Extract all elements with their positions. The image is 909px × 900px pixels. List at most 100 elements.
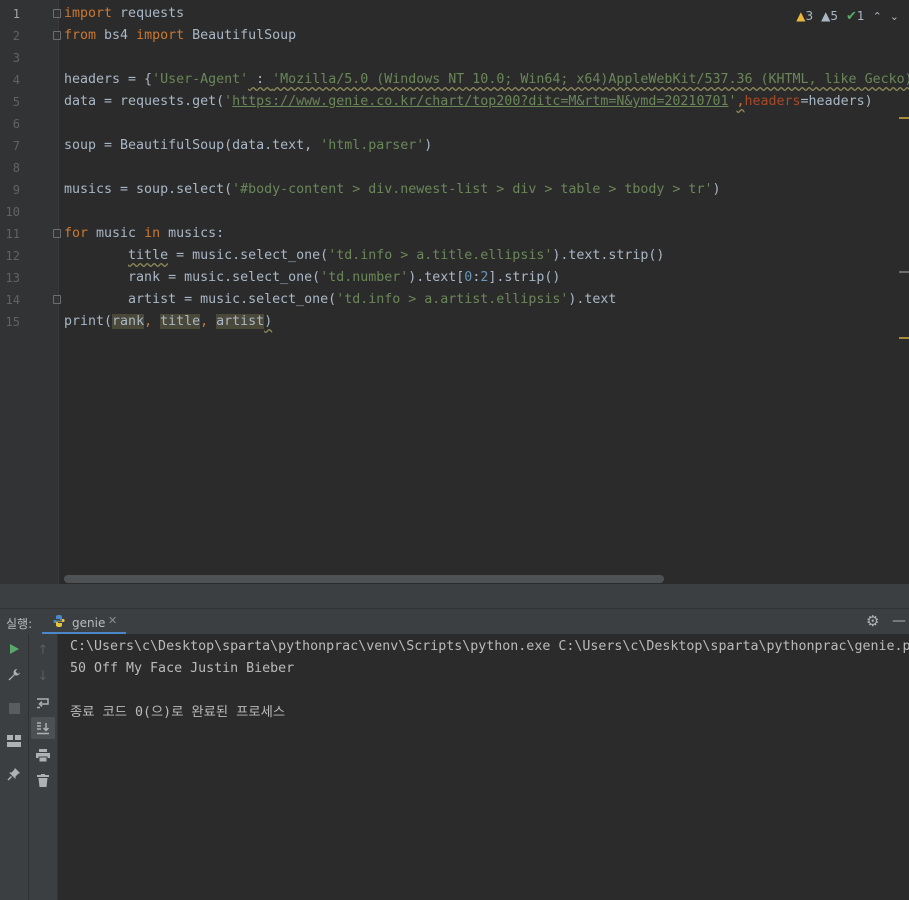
code-text: rank = music.select_one( (128, 270, 321, 285)
highlighted-arg: artist (216, 314, 265, 329)
code-text: ) (712, 182, 721, 197)
error-stripe-mark[interactable] (899, 337, 909, 339)
layout-icon (7, 735, 21, 747)
code-text: headers = { (64, 72, 153, 87)
code-text: artist = music.select_one( (128, 292, 337, 307)
fold-marker-icon[interactable] (53, 295, 61, 304)
code-text: ) (424, 138, 433, 153)
fold-marker-icon[interactable] (53, 31, 61, 40)
line-number: 2 (12, 29, 20, 43)
weak-warning-count: 5 (830, 9, 839, 23)
error-stripe-mark[interactable] (899, 117, 909, 119)
scroll-to-end-button[interactable] (31, 717, 55, 739)
warning-count: 3 (805, 9, 814, 23)
code-text: requests (112, 6, 185, 21)
play-icon (10, 644, 19, 654)
url-link[interactable]: https://www.genie.co.kr/chart/top200?dit… (232, 94, 728, 109)
stop-button[interactable] (4, 698, 24, 718)
string-literal: 'td.number' (320, 270, 409, 285)
fold-marker-icon[interactable] (53, 229, 61, 238)
line-number: 7 (12, 139, 20, 153)
code-text: ).text (568, 292, 617, 307)
horizontal-scrollbar[interactable] (64, 575, 664, 583)
chevron-up-icon[interactable]: ⌃ (873, 10, 882, 23)
code-line-7[interactable]: soup = BeautifulSoup(data.text, 'html.pa… (64, 135, 432, 157)
weak-warning-counter[interactable]: ▲5 (821, 9, 838, 23)
typo-count: 1 (856, 8, 865, 23)
string-literal: 'td.info > a.title.ellipsis' (328, 248, 553, 263)
code-line-4[interactable]: headers = {'User-Agent' : 'Mozilla/5.0 (… (64, 69, 909, 91)
print-button[interactable] (33, 745, 53, 765)
tab-genie[interactable]: genie ✕ (42, 609, 126, 635)
string-literal: ' (224, 94, 233, 109)
soft-wrap-button[interactable] (33, 693, 53, 713)
arrow-down-icon[interactable]: ↓ (33, 666, 53, 686)
code-line-2[interactable]: from bs4 import BeautifulSoup (64, 25, 296, 47)
code-editor[interactable]: 1 2 3 4 5 6 7 8 9 10 11 12 13 14 15 impo… (0, 0, 909, 584)
code-line-14[interactable]: artist = music.select_one('td.info > a.a… (64, 289, 616, 311)
close-icon[interactable]: ✕ (108, 614, 117, 627)
code-line-5[interactable]: data = requests.get('https://www.genie.c… (64, 91, 873, 113)
keyword: in (144, 226, 161, 241)
inspection-widget[interactable]: ▲3 ▲5 ✔1 ⌃ ⌄ (796, 6, 899, 26)
code-text: , (144, 314, 161, 329)
console-line: 50 Off My Face Justin Bieber (70, 661, 295, 676)
error-stripe-mark[interactable] (899, 271, 909, 273)
arrow-up-icon[interactable]: ↑ (33, 640, 53, 660)
line-number: 4 (12, 73, 20, 87)
restore-layout-button[interactable] (4, 731, 24, 751)
scroll-to-end-icon (37, 721, 50, 734)
code-text: = music.select_one( (168, 248, 329, 263)
code-line-12[interactable]: title = music.select_one('td.info > a.ti… (64, 245, 664, 267)
code-text: soup = BeautifulSoup(data.text, (64, 138, 321, 153)
pin-icon (7, 768, 20, 781)
edit-configuration-button[interactable] (4, 665, 24, 685)
code-line-11[interactable]: for music in musics: (64, 223, 224, 245)
warning-counter[interactable]: ▲3 (796, 9, 813, 23)
code-text: =headers) (800, 94, 873, 109)
rerun-button[interactable] (4, 639, 24, 659)
warning-icon: ▲ (796, 9, 806, 23)
run-tool-window: ↑ ↓ C:\Users\c\Desktop\sparta\pythonprac… (0, 634, 909, 900)
line-number: 12 (5, 249, 20, 263)
pin-tab-button[interactable] (4, 764, 24, 784)
code-text: , (200, 314, 217, 329)
trash-icon (37, 773, 49, 787)
fold-marker-icon[interactable] (53, 9, 61, 18)
clear-all-button[interactable] (33, 770, 53, 790)
keyword: from (64, 28, 97, 43)
minimize-icon[interactable]: — (892, 613, 906, 629)
line-number: 6 (12, 117, 20, 131)
code-line-15[interactable]: print(rank, title, artist) (64, 311, 272, 333)
line-number: 11 (5, 227, 20, 241)
soft-wrap-icon (37, 698, 49, 709)
check-icon: ✔ (846, 8, 857, 24)
code-text: : (248, 72, 273, 87)
highlighted-arg: rank (112, 314, 145, 329)
gutter-divider (58, 0, 59, 584)
code-line-9[interactable]: musics = soup.select('#body-content > di… (64, 179, 720, 201)
line-number: 9 (12, 183, 20, 197)
weak-warning-icon: ▲ (821, 9, 831, 23)
python-icon (53, 615, 65, 627)
typo-counter[interactable]: ✔1 (846, 9, 865, 24)
keyword: import (64, 6, 113, 21)
wrench-icon (8, 669, 20, 681)
gear-icon[interactable]: ⚙ (866, 612, 879, 630)
code-text: musics = soup.select( (64, 182, 233, 197)
run-tool-window-header: 실행: genie ✕ ⚙ — (0, 608, 909, 635)
line-number: 1 (12, 7, 20, 21)
chevron-down-icon[interactable]: ⌄ (890, 10, 899, 23)
panel-separator[interactable] (0, 584, 909, 608)
code-line-13[interactable]: rank = music.select_one('td.number').tex… (64, 267, 560, 289)
string-literal: 'td.info > a.artist.ellipsis' (336, 292, 569, 307)
code-text: musics: (160, 226, 225, 241)
run-toolbar-secondary: ↑ ↓ (29, 634, 58, 900)
console-output[interactable]: C:\Users\c\Desktop\sparta\pythonprac\ven… (70, 634, 909, 900)
line-number: 3 (12, 51, 20, 65)
line-number: 13 (5, 271, 20, 285)
line-number: 10 (5, 205, 20, 219)
code-line-1[interactable]: import requests (64, 3, 184, 25)
code-text: ).text.strip() (552, 248, 665, 263)
